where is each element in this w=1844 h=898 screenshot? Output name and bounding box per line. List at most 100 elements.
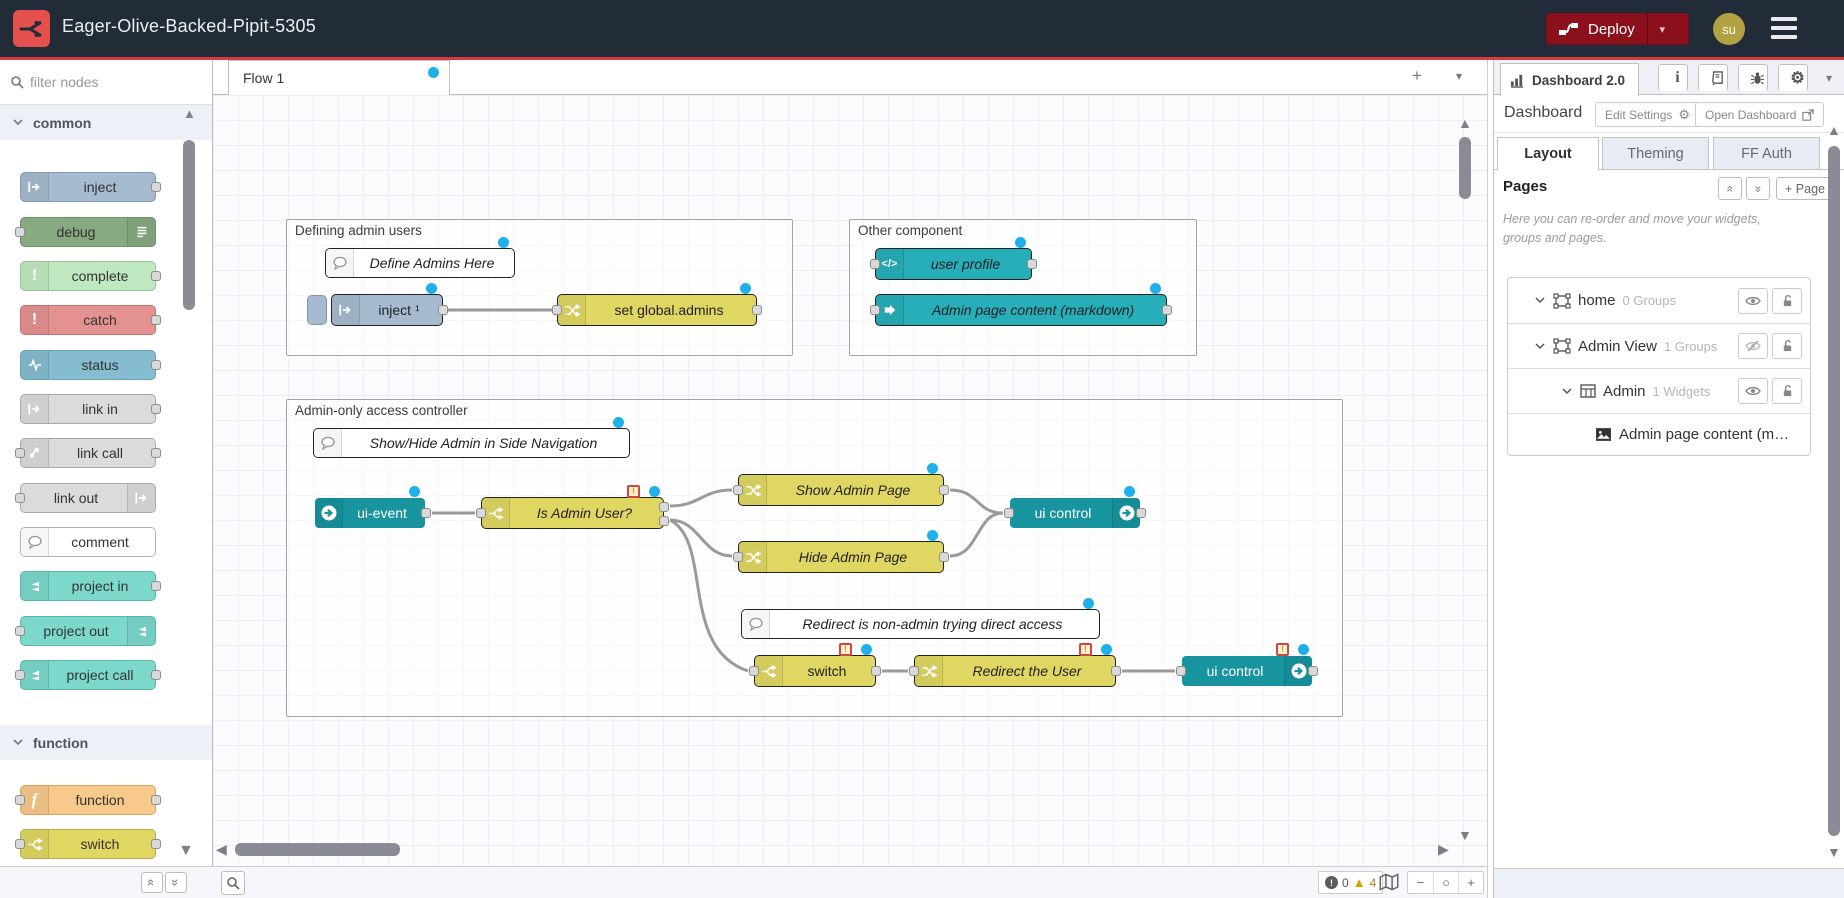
output-port[interactable] bbox=[151, 448, 161, 458]
input-port[interactable] bbox=[733, 552, 743, 562]
palette-node-complete[interactable]: ! complete bbox=[20, 261, 156, 291]
navigator-map-button[interactable] bbox=[1379, 873, 1399, 891]
node-comment-define-admins[interactable]: Define Admins Here bbox=[325, 248, 515, 278]
open-dashboard-button[interactable]: Open Dashboard bbox=[1695, 102, 1824, 127]
output-port[interactable] bbox=[1111, 666, 1121, 676]
node-hide-admin-page[interactable]: Hide Admin Page bbox=[738, 541, 944, 573]
output-port[interactable] bbox=[151, 315, 161, 325]
output-port-2[interactable] bbox=[659, 516, 669, 526]
output-port[interactable] bbox=[1308, 666, 1318, 676]
info-tab-button[interactable]: i bbox=[1658, 64, 1688, 91]
flow-list-caret[interactable]: ▾ bbox=[1456, 69, 1462, 83]
node-ui-control-1[interactable]: ui control bbox=[1009, 497, 1141, 529]
collapse-all-categories-button[interactable]: « bbox=[141, 872, 163, 893]
output-port[interactable] bbox=[438, 305, 448, 315]
main-menu-button[interactable] bbox=[1771, 17, 1797, 39]
expand-all-categories-button[interactable]: » bbox=[165, 872, 187, 893]
canvas-scroll-down-icon[interactable]: ▼ bbox=[1458, 827, 1472, 843]
input-port[interactable] bbox=[476, 508, 486, 518]
output-port[interactable] bbox=[939, 552, 949, 562]
wire[interactable] bbox=[670, 520, 748, 671]
tree-row-admin-group[interactable]: Admin 1 Widgets bbox=[1508, 368, 1810, 413]
tab-flow-1[interactable]: Flow 1 bbox=[228, 60, 450, 95]
zoom-search-button[interactable] bbox=[221, 871, 245, 895]
user-avatar[interactable]: su bbox=[1713, 13, 1745, 45]
output-port[interactable] bbox=[151, 271, 161, 281]
visibility-toggle-button[interactable] bbox=[1738, 378, 1768, 404]
palette-category-common[interactable]: common bbox=[0, 105, 212, 140]
node-ui-event[interactable]: ui-event bbox=[314, 497, 426, 529]
node-inject[interactable]: inject ¹ bbox=[331, 294, 443, 326]
palette-search[interactable] bbox=[0, 60, 212, 105]
output-port[interactable] bbox=[151, 839, 161, 849]
output-port-1[interactable] bbox=[659, 502, 669, 512]
unlock-icon-button[interactable] bbox=[1772, 333, 1802, 359]
output-port[interactable] bbox=[151, 670, 161, 680]
input-port[interactable] bbox=[15, 493, 25, 503]
palette-node-switch[interactable]: switch bbox=[20, 829, 156, 859]
zoom-reset-button[interactable]: ○ bbox=[1433, 872, 1458, 893]
add-flow-button[interactable]: + bbox=[1412, 66, 1422, 86]
sidebar-tabs-caret[interactable]: ▾ bbox=[1826, 71, 1832, 85]
node-redirect-the-user[interactable]: Redirect the User ! bbox=[914, 655, 1116, 687]
tree-row-admin-view[interactable]: Admin View 1 Groups bbox=[1508, 323, 1810, 368]
node-switch[interactable]: switch ! bbox=[754, 655, 876, 687]
palette-scrollbar-thumb[interactable] bbox=[183, 140, 195, 310]
node-is-admin-user[interactable]: Is Admin User? ! bbox=[481, 497, 664, 529]
flow-canvas[interactable]: Defining admin users Other component Adm… bbox=[213, 95, 1487, 866]
output-port[interactable] bbox=[1136, 508, 1146, 518]
output-port[interactable] bbox=[151, 581, 161, 591]
output-port[interactable] bbox=[871, 666, 881, 676]
canvas-hscrollbar-thumb[interactable] bbox=[235, 843, 400, 856]
node-user-profile[interactable]: </> user profile bbox=[875, 248, 1032, 280]
palette-node-project-out[interactable]: project out bbox=[20, 616, 156, 646]
input-port[interactable] bbox=[15, 839, 25, 849]
collapse-pages-button[interactable]: « bbox=[1718, 177, 1742, 200]
input-port[interactable] bbox=[15, 626, 25, 636]
palette-node-comment[interactable]: comment bbox=[20, 527, 156, 557]
canvas-scroll-right-icon[interactable]: ▶ bbox=[1438, 841, 1449, 858]
input-port[interactable] bbox=[15, 670, 25, 680]
palette-node-debug[interactable]: debug bbox=[20, 217, 156, 247]
tab-layout[interactable]: Layout bbox=[1497, 137, 1599, 171]
output-port[interactable] bbox=[939, 485, 949, 495]
palette-node-link-out[interactable]: link out bbox=[20, 483, 156, 513]
palette-node-link-call[interactable]: link call bbox=[20, 438, 156, 468]
wire[interactable] bbox=[670, 490, 732, 506]
sidebar-scrollbar-thumb[interactable] bbox=[1828, 146, 1840, 836]
debug-tab-button[interactable] bbox=[1738, 64, 1768, 91]
input-port[interactable] bbox=[749, 666, 759, 676]
palette-node-project-in[interactable]: project in bbox=[20, 571, 156, 601]
output-port[interactable] bbox=[151, 360, 161, 370]
node-comment-show-hide-admin[interactable]: Show/Hide Admin in Side Navigation bbox=[313, 428, 630, 458]
palette-scroll-down-icon[interactable]: ▼ bbox=[178, 842, 194, 860]
edit-settings-button[interactable]: Edit Settings ⚙ bbox=[1595, 102, 1700, 127]
input-port[interactable] bbox=[1176, 666, 1186, 676]
input-port[interactable] bbox=[1004, 508, 1014, 518]
input-port[interactable] bbox=[15, 448, 25, 458]
sidebar-scroll-down-icon[interactable]: ▼ bbox=[1827, 844, 1841, 860]
unlock-icon-button[interactable] bbox=[1772, 288, 1802, 314]
output-port[interactable] bbox=[1027, 259, 1037, 269]
input-port[interactable] bbox=[15, 227, 25, 237]
node-set-global-admins[interactable]: set global.admins bbox=[557, 294, 757, 326]
palette-node-link-in[interactable]: link in bbox=[20, 394, 156, 424]
visibility-off-toggle-button[interactable] bbox=[1738, 333, 1768, 359]
input-port[interactable] bbox=[870, 305, 880, 315]
palette-scroll-up-icon[interactable]: ▲ bbox=[183, 106, 196, 121]
unlock-icon-button[interactable] bbox=[1772, 378, 1802, 404]
tab-ff-auth[interactable]: FF Auth bbox=[1713, 137, 1820, 170]
inject-trigger-button[interactable] bbox=[307, 295, 327, 325]
palette-node-status[interactable]: status bbox=[20, 350, 156, 380]
output-port[interactable] bbox=[1162, 305, 1172, 315]
output-port[interactable] bbox=[752, 305, 762, 315]
notification-counts[interactable]: ! 0 ▲ 4 bbox=[1318, 871, 1383, 894]
input-port[interactable] bbox=[870, 259, 880, 269]
zoom-out-button[interactable]: − bbox=[1408, 872, 1433, 893]
input-port[interactable] bbox=[15, 795, 25, 805]
tab-dashboard-2[interactable]: Dashboard 2.0 bbox=[1500, 63, 1639, 96]
zoom-in-button[interactable]: + bbox=[1458, 872, 1483, 893]
search-input[interactable] bbox=[30, 74, 190, 90]
output-port[interactable] bbox=[151, 795, 161, 805]
canvas-scroll-left-icon[interactable]: ◀ bbox=[216, 841, 227, 858]
